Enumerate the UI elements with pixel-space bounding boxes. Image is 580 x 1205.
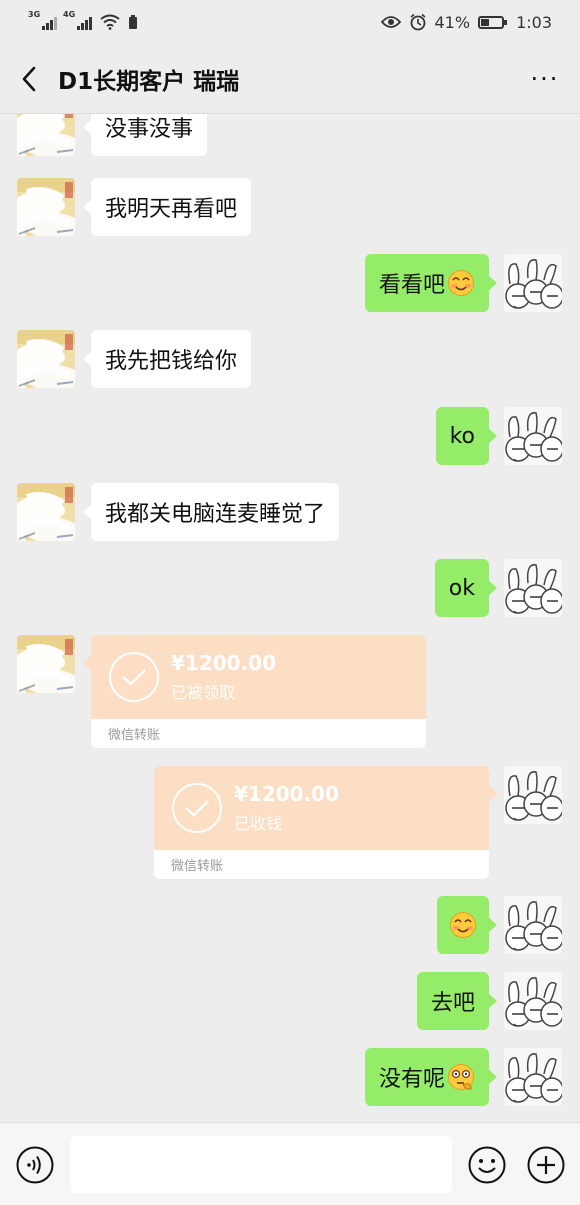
clock-time: 1:03 — [516, 12, 552, 32]
transfer-status: 已被领取 — [171, 683, 236, 702]
chat-title: D1长期客户 瑞瑞 — [58, 68, 240, 95]
self-avatar[interactable] — [504, 896, 562, 954]
self-avatar[interactable] — [504, 407, 562, 465]
back-button[interactable] — [0, 44, 58, 114]
message-bubble[interactable]: 没有呢 — [364, 1048, 498, 1106]
self-avatar[interactable] — [504, 1048, 562, 1106]
message-text: 去吧 — [430, 991, 475, 1016]
battery-icon — [478, 15, 508, 29]
message-bubble[interactable]: 我都关电脑连麦睡觉了 — [82, 483, 340, 541]
transfer-card[interactable]: ¥1200.00 已收钱 微信转账 — [154, 766, 489, 879]
battery-percent: 41% — [434, 12, 471, 32]
message-input[interactable] — [70, 1136, 452, 1193]
contact-avatar[interactable] — [17, 114, 75, 156]
transfer-amount: ¥1200.00 — [234, 782, 340, 806]
emoji-button[interactable] — [467, 1145, 507, 1185]
transfer-amount: ¥1200.00 — [171, 651, 277, 675]
message-bubble[interactable]: 看看吧 — [364, 254, 498, 312]
status-right: 41% 1:03 — [380, 12, 552, 32]
thinking-emoji-icon — [447, 1063, 475, 1091]
message-text: ok — [448, 575, 475, 601]
plus-icon — [527, 1146, 565, 1184]
self-avatar[interactable] — [504, 972, 562, 1030]
message-text: 我先把钱给你 — [105, 349, 238, 374]
network-4g-label: 4G — [63, 10, 76, 19]
more-functions-button[interactable] — [526, 1145, 566, 1185]
signal-4g-icon: 4G — [63, 10, 92, 30]
contact-avatar[interactable] — [17, 635, 75, 693]
transfer-card[interactable]: ¥1200.00 已被领取 微信转账 — [91, 635, 426, 748]
chevron-left-icon — [22, 66, 36, 91]
message-text: 我明天再看吧 — [105, 197, 238, 222]
message-text: 看看吧 — [378, 273, 445, 298]
eye-icon — [380, 16, 401, 28]
transfer-footer: 微信转账 — [154, 850, 489, 879]
message-text: ko — [449, 423, 475, 449]
message-text: 我都关电脑连麦睡觉了 — [105, 502, 326, 527]
message-bubble[interactable]: 我先把钱给你 — [82, 330, 252, 388]
message-bubble[interactable]: 去吧 — [416, 972, 498, 1030]
check-circle-icon — [109, 652, 159, 702]
transfer-footer: 微信转账 — [91, 719, 426, 748]
network-3g-label: 3G — [28, 10, 41, 19]
smile-emoji-icon — [447, 269, 475, 297]
alarm-icon — [409, 13, 426, 31]
message-text: 没事没事 — [105, 117, 194, 142]
self-avatar[interactable] — [504, 559, 562, 617]
message-text: 没有呢 — [378, 1067, 445, 1092]
self-avatar[interactable] — [504, 254, 562, 312]
more-options-button[interactable]: ··· — [510, 44, 580, 114]
transfer-card-body: ¥1200.00 已被领取 — [91, 635, 426, 719]
status-bar: 3G 4G 41% 1:03 — [0, 0, 580, 44]
chat-header: D1长期客户 瑞瑞 ··· — [0, 44, 580, 114]
message-bubble[interactable]: ok — [434, 559, 498, 617]
more-icon: ··· — [530, 64, 560, 93]
transfer-status: 已收钱 — [234, 814, 283, 833]
chat-message-list[interactable]: 没事没事 我明天再看吧 看看吧 我先把钱给你 ko 我都关电脑连麦睡觉了 ok … — [0, 114, 580, 1122]
bubble-tail — [83, 655, 92, 671]
bubble-tail — [489, 786, 580, 802]
contact-avatar[interactable] — [17, 483, 75, 541]
message-bubble[interactable]: 没事没事 — [82, 114, 208, 156]
input-bar — [0, 1122, 580, 1205]
wifi-icon — [100, 14, 120, 30]
signal-3g-icon: 3G — [28, 10, 57, 30]
voice-icon — [16, 1146, 54, 1184]
voice-input-button[interactable] — [15, 1145, 55, 1185]
battery-saver-icon — [129, 15, 137, 29]
message-bubble[interactable] — [437, 896, 497, 954]
message-bubble[interactable]: 我明天再看吧 — [82, 178, 252, 236]
transfer-card-body: ¥1200.00 已收钱 — [154, 766, 489, 850]
contact-avatar[interactable] — [17, 178, 75, 236]
smiley-icon — [468, 1146, 506, 1184]
smile-emoji-icon — [449, 911, 477, 939]
check-circle-icon — [172, 783, 222, 833]
contact-avatar[interactable] — [17, 330, 75, 388]
message-bubble[interactable]: ko — [435, 407, 498, 465]
status-left: 3G 4G — [28, 10, 138, 30]
